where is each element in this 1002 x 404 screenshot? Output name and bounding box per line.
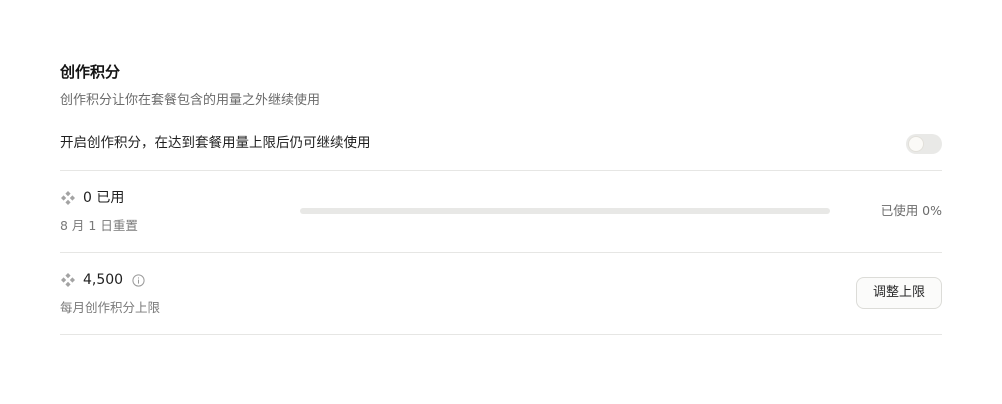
limit-stat: 4,500: [60, 271, 145, 289]
usage-percent: 已使用 0%: [880, 203, 942, 218]
sparkle-diamond-icon: [61, 273, 75, 287]
usage-row: 0 已用 8 月 1 日重置 已使用 0%: [60, 171, 942, 253]
enable-credits-label: 开启创作积分，在达到套餐用量上限后仍可继续使用: [60, 135, 371, 151]
section-description: 创作积分让你在套餐包含的用量之外继续使用: [60, 93, 321, 108]
used-stat: 0 已用: [60, 189, 124, 207]
monthly-limit-label: 每月创作积分上限: [60, 300, 161, 315]
reset-date: 8 月 1 日重置: [60, 218, 138, 233]
toggle-knob: [909, 137, 923, 151]
section-title: 创作积分: [60, 63, 121, 81]
limit-value: 4,500: [83, 272, 124, 288]
enable-credits-toggle[interactable]: [906, 134, 942, 154]
limit-row: 4,500 每月创作积分上限 调整上限: [60, 253, 942, 335]
used-value: 0 已用: [83, 190, 125, 206]
sparkle-diamond-icon: [61, 191, 75, 205]
enable-credits-row: 开启创作积分，在达到套餐用量上限后仍可继续使用: [60, 123, 942, 171]
usage-progress-bar: [300, 208, 830, 214]
creative-credits-panel: 创作积分 创作积分让你在套餐包含的用量之外继续使用 开启创作积分，在达到套餐用量…: [60, 60, 942, 335]
adjust-limit-button[interactable]: 调整上限: [856, 277, 942, 309]
info-circle-icon[interactable]: [132, 273, 145, 287]
